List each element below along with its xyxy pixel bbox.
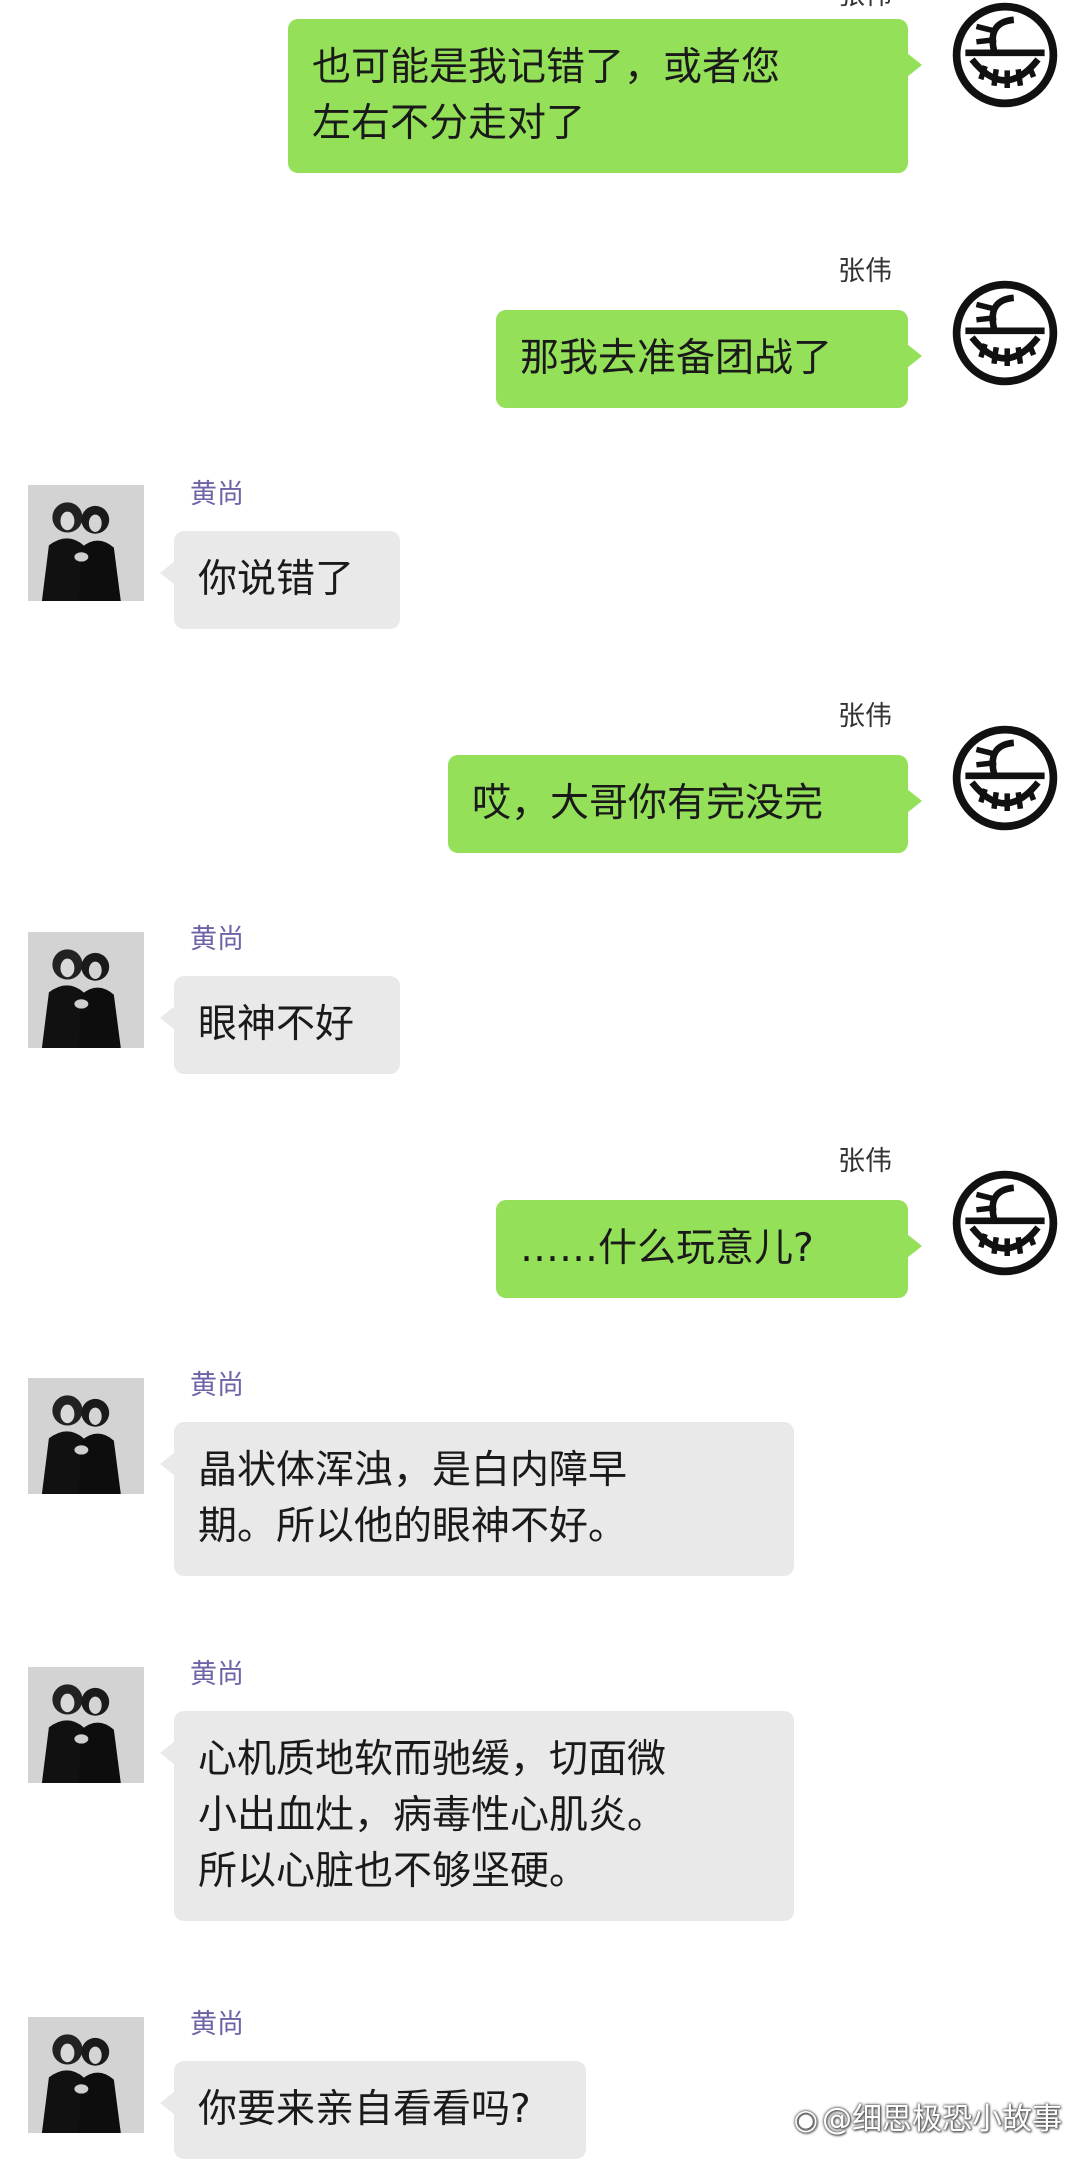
weibo-watermark: ◉ @细思极恐小故事 <box>794 2094 1062 2138</box>
message-bubble[interactable]: 也可能是我记错了，或者您 左右不分走对了 <box>288 19 922 173</box>
chat-message-outgoing: 张伟 哎，大哥你有完没完 <box>0 695 1080 875</box>
message-bubble[interactable]: 心机质地软而驰缓，切面微 小出血灶，病毒性心肌炎。 所以心脏也不够坚硬。 <box>160 1711 794 1921</box>
sender-name: 张伟 <box>838 1146 892 1177</box>
black-white-portrait-photo-avatar <box>28 485 144 601</box>
black-white-portrait-photo-avatar <box>28 1667 144 1783</box>
self-avatar[interactable] <box>950 278 1060 388</box>
sender-name: 黄尚 <box>190 924 244 955</box>
watermark-text: @细思极恐小故事 <box>822 2102 1062 2137</box>
chat-message-outgoing: 张伟 也可能是我记错了，或者您 左右不分走对了 <box>0 0 1080 200</box>
sender-name: 张伟 <box>838 256 892 287</box>
message-bubble[interactable]: 哎，大哥你有完没完 <box>448 755 922 853</box>
sender-name: 黄尚 <box>190 479 244 510</box>
self-avatar[interactable] <box>950 1168 1060 1278</box>
contact-avatar[interactable] <box>28 1667 144 1783</box>
black-white-portrait-photo-avatar <box>28 1378 144 1494</box>
black-white-portrait-photo-avatar <box>28 2017 144 2133</box>
contact-avatar[interactable] <box>28 932 144 1048</box>
self-avatar[interactable] <box>950 723 1060 833</box>
black-white-portrait-photo-avatar <box>28 932 144 1048</box>
self-avatar[interactable] <box>950 0 1060 110</box>
chat-message-outgoing: 张伟 ……什么玩意儿? <box>0 1140 1080 1320</box>
smiling-face-doodle-avatar-icon <box>952 280 1058 386</box>
chat-message-incoming: 黄尚 眼神不好 <box>0 920 1080 1090</box>
contact-avatar[interactable] <box>28 2017 144 2133</box>
weibo-logo-icon: ◉ <box>793 2103 818 2136</box>
message-bubble[interactable]: 晶状体浑浊，是白内障早 期。所以他的眼神不好。 <box>160 1422 794 1576</box>
sender-name: 黄尚 <box>190 1370 244 1401</box>
chat-message-incoming: 黄尚 心机质地软而驰缓，切面微 小出血灶，病毒性心肌炎。 所以心脏也不够坚硬。 <box>0 1655 1080 1955</box>
message-bubble[interactable]: 那我去准备团战了 <box>496 310 922 408</box>
message-bubble[interactable]: 眼神不好 <box>160 976 400 1074</box>
sender-name: 张伟 <box>838 701 892 732</box>
smiling-face-doodle-avatar-icon <box>952 725 1058 831</box>
sender-name: 黄尚 <box>190 1659 244 1690</box>
chat-message-outgoing: 张伟 那我去准备团战了 <box>0 250 1080 430</box>
smiling-face-doodle-avatar-icon <box>952 2 1058 108</box>
smiling-face-doodle-avatar-icon <box>952 1170 1058 1276</box>
sender-name: 张伟 <box>838 0 892 12</box>
sender-name: 黄尚 <box>190 2009 244 2040</box>
contact-avatar[interactable] <box>28 485 144 601</box>
message-bubble[interactable]: ……什么玩意儿? <box>496 1200 922 1298</box>
chat-conversation: 张伟 也可能是我记错了，或者您 左右不分走对了 张伟 那我去准备团战了 <box>0 0 1080 2160</box>
contact-avatar[interactable] <box>28 1378 144 1494</box>
chat-message-incoming: 黄尚 你说错了 <box>0 475 1080 645</box>
message-bubble[interactable]: 你要来亲自看看吗? <box>160 2061 586 2159</box>
chat-message-incoming: 黄尚 晶状体浑浊，是白内障早 期。所以他的眼神不好。 <box>0 1366 1080 1606</box>
message-bubble[interactable]: 你说错了 <box>160 531 400 629</box>
